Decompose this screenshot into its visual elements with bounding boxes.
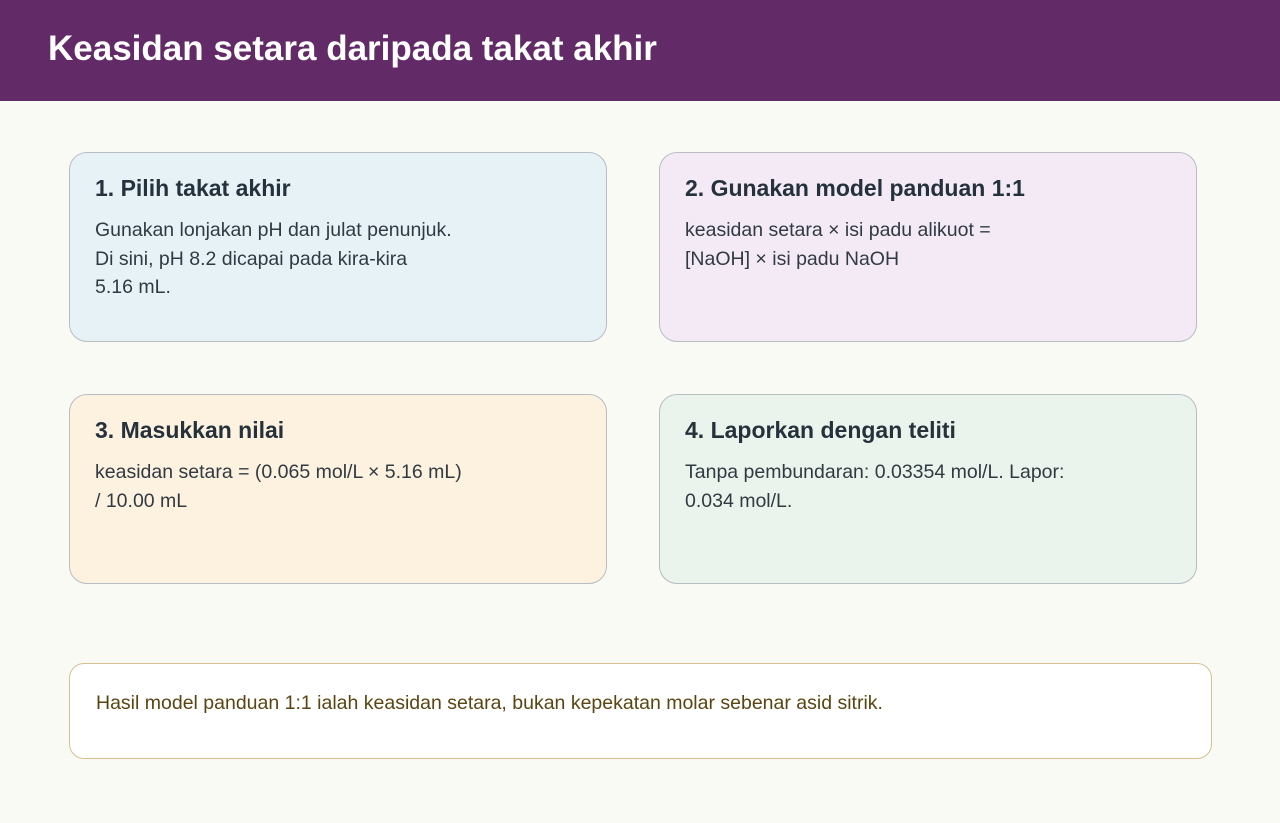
step-4-body: Tanpa pembundaran: 0.03354 mol/L. Lapor:… bbox=[685, 461, 1065, 512]
step-card-2: 2. Gunakan model panduan 1:1 keasidan se… bbox=[659, 152, 1197, 342]
note-box: Hasil model panduan 1:1 ialah keasidan s… bbox=[69, 663, 1212, 759]
step-4-title: 4. Laporkan dengan teliti bbox=[685, 417, 956, 443]
step-card-3: 3. Masukkan nilai keasidan setara = (0.0… bbox=[69, 394, 607, 584]
page-title: Keasidan setara daripada takat akhir bbox=[48, 29, 657, 68]
step-2-title: 2. Gunakan model panduan 1:1 bbox=[685, 175, 1025, 201]
step-card-1: 1. Pilih takat akhir Gunakan lonjakan pH… bbox=[69, 152, 607, 342]
note-text: Hasil model panduan 1:1 ialah keasidan s… bbox=[96, 692, 883, 714]
step-1-title: 1. Pilih takat akhir bbox=[95, 175, 291, 201]
step-2-body: keasidan setara × isi padu alikuot = [Na… bbox=[685, 219, 991, 270]
step-3-title: 3. Masukkan nilai bbox=[95, 417, 285, 443]
step-card-4: 4. Laporkan dengan teliti Tanpa pembunda… bbox=[659, 394, 1197, 584]
header-bar: Keasidan setara daripada takat akhir bbox=[0, 0, 1280, 101]
step-3-body: keasidan setara = (0.065 mol/L × 5.16 mL… bbox=[95, 461, 462, 512]
step-1-body: Gunakan lonjakan pH dan julat penunjuk. … bbox=[95, 219, 452, 298]
